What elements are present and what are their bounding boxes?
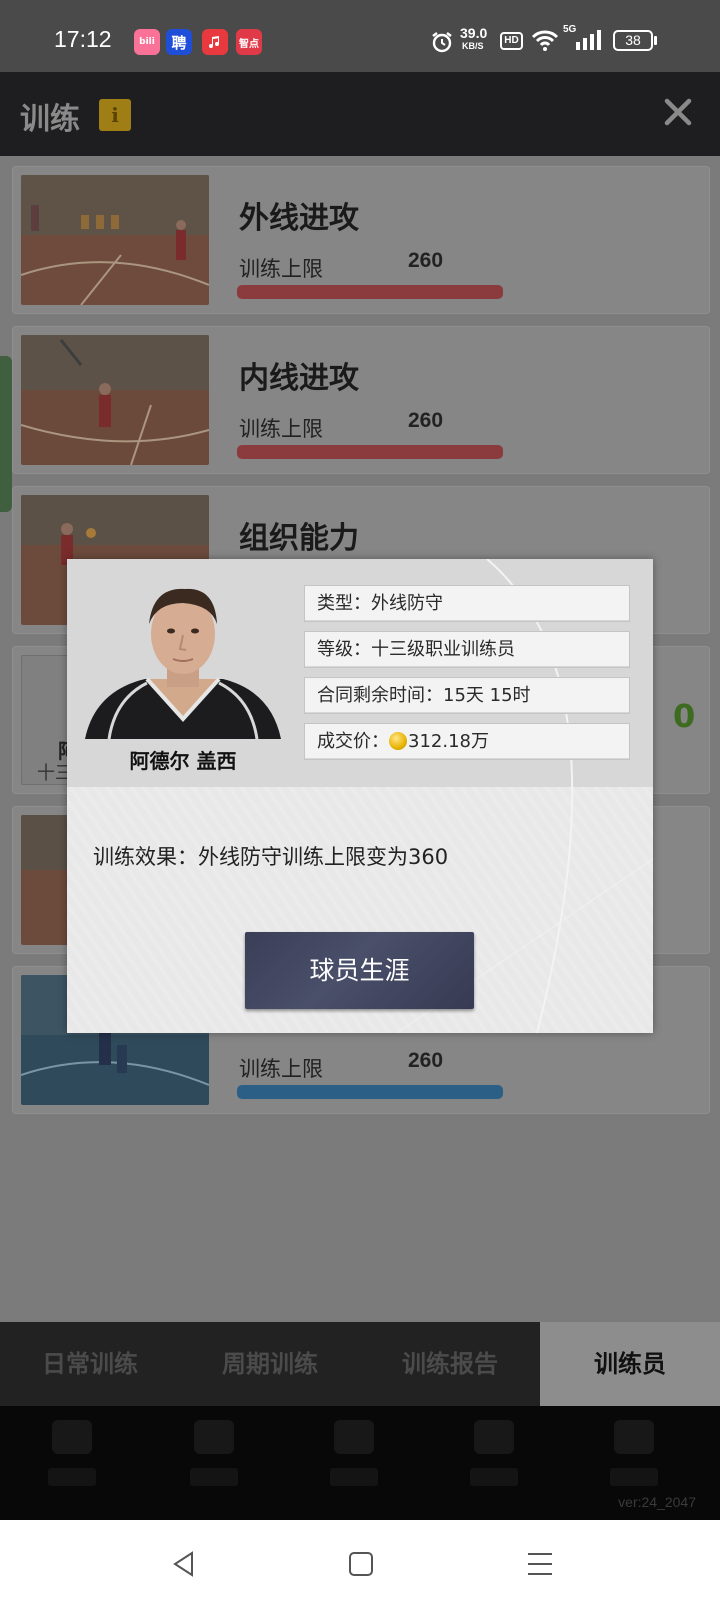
trainer-detail-dialog: 阿德尔 盖西 类型：外线防守 等级：十三级职业训练员 合同剩余时间：15天 15… [67,559,653,1033]
system-nav-bar [0,1520,720,1608]
recruit-app-icon: 聘 [166,29,192,55]
training-card-outside-attack[interactable]: 外线进攻 训练上限 260 [12,166,710,314]
alarm-icon [432,32,452,53]
menu-icon[interactable] [526,1551,554,1577]
trainer-price: 成交价： 312.18万 [304,723,630,760]
training-progress-bar [237,285,503,299]
training-title: 组织能力 [239,521,359,556]
signal-bars-icon [576,30,601,50]
version-label: ver:24_2047 [618,1494,696,1510]
nav-label [470,1468,518,1486]
page-title: 训练 [20,102,80,137]
wifi-icon [531,30,559,51]
home-icon[interactable] [348,1551,374,1577]
nav-item[interactable] [40,1406,104,1520]
trainer-type: 类型：外线防守 [304,585,630,622]
nav-item[interactable] [322,1406,386,1520]
training-progress-bar [237,445,503,459]
contract-remaining-time: 合同剩余时间：15天 15时 [304,677,630,714]
training-tab-bar: 日常训练 周期训练 训练报告 训练员 [0,1322,720,1406]
nav-icon [334,1420,374,1454]
trainer-level: 等级：十三级职业训练员 [304,631,630,668]
price-value: 312.18万 [408,731,489,752]
tab-trainer[interactable]: 训练员 [540,1322,720,1406]
training-title: 外线进攻 [239,201,359,236]
player-career-button[interactable]: 球员生涯 [245,932,474,1009]
training-cap-label: 训练上限 [239,1057,323,1081]
net-speed-value: 39.0 [460,25,488,41]
training-thumbnail [21,335,209,465]
training-cap-value: 260 [408,249,444,272]
net-speed-unit: KB/S [462,41,484,51]
nav-item[interactable] [182,1406,246,1520]
training-cap-value: 260 [408,1049,444,1072]
battery-indicator: 38 [613,30,653,51]
nav-label [48,1468,96,1486]
nav-label [330,1468,378,1486]
game-screen: 17:12 bili 聘 智点 39.0 KB/S HD 5G 38 训练 i … [0,0,720,1608]
game-nav-bar: ver:24_2047 [0,1406,720,1520]
hd-badge: HD [500,32,523,50]
close-icon[interactable] [658,92,698,132]
zhidian-app-icon: 智点 [236,29,262,55]
price-label: 成交价： [317,731,389,752]
nav-item[interactable] [462,1406,526,1520]
nav-icon [474,1420,514,1454]
status-indicators: 39.0 KB/S HD 5G 38 [430,24,720,58]
side-drawer-handle[interactable] [0,356,12,512]
music-app-icon [202,29,228,55]
coin-icon [389,732,407,750]
nav-label [610,1468,658,1486]
status-time: 17:12 [54,26,112,52]
training-title: 内线进攻 [239,361,359,396]
training-thumbnail [21,175,209,305]
nav-icon [194,1420,234,1454]
training-card-inside-attack[interactable]: 内线进攻 训练上限 260 [12,326,710,474]
trainer-value-fragment: 0 [673,697,696,735]
trainer-portrait [85,579,281,739]
info-button[interactable]: i [99,99,131,131]
game-header: 训练 i [0,72,720,156]
tab-training-report[interactable]: 训练报告 [360,1322,540,1406]
nav-label [190,1468,238,1486]
status-bar: 17:12 bili 聘 智点 39.0 KB/S HD 5G 38 [0,0,720,72]
training-effect-text: 训练效果：外线防守训练上限变为360 [93,845,449,869]
trainer-name: 阿德尔 盖西 [129,749,237,773]
bilibili-app-icon: bili [134,29,160,55]
tab-periodic-training[interactable]: 周期训练 [180,1322,360,1406]
training-cap-value: 260 [408,409,444,432]
battery-tip [654,36,657,45]
nav-icon [614,1420,654,1454]
training-cap-label: 训练上限 [239,257,323,281]
nav-icon [52,1420,92,1454]
battery-level: 38 [625,32,641,48]
tab-daily-training[interactable]: 日常训练 [0,1322,180,1406]
training-cap-label: 训练上限 [239,417,323,441]
training-progress-bar [237,1085,503,1099]
back-icon[interactable] [170,1550,198,1578]
